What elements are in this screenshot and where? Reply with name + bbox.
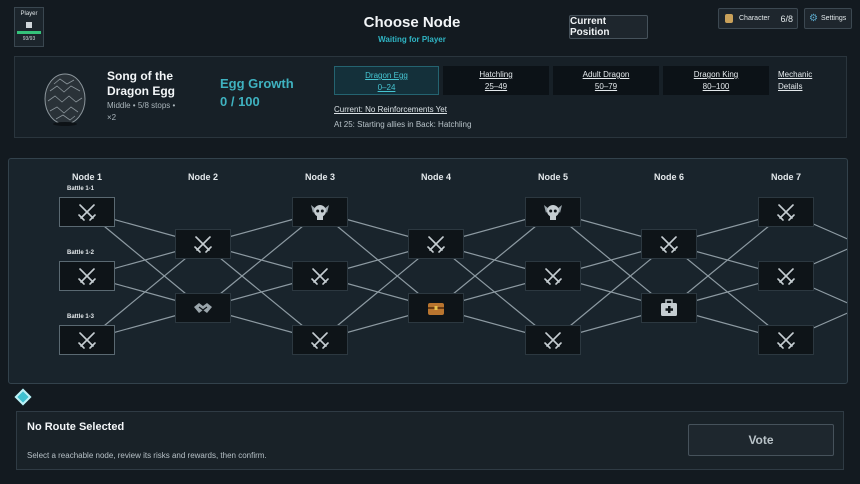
top-bar: Player 93/93 Choose Node Waiting for Pla… <box>0 0 860 50</box>
battle-label-1-3: Battle 1-3 <box>67 314 95 320</box>
swords-icon <box>76 265 98 287</box>
stage-adult-dragon[interactable]: Adult Dragon 50–79 <box>553 66 659 95</box>
stage-name: Dragon King <box>693 70 739 79</box>
route-map: Node 1 Node 2 Node 3 Node 4 Node 5 Node … <box>8 158 848 384</box>
egg-growth-value: 0 / 100 <box>220 94 260 109</box>
threshold-text: At 25: Starting allies in Back: Hatchlin… <box>334 120 472 129</box>
stage-dragon-egg[interactable]: Dragon Egg 0–24 <box>334 66 439 95</box>
column-label-node-3: Node 3 <box>305 172 336 182</box>
map-node-5-3[interactable] <box>525 261 581 291</box>
swords-icon <box>542 265 564 287</box>
player-label: Player <box>20 11 38 17</box>
map-node-5-1[interactable] <box>525 197 581 227</box>
swords-icon <box>425 233 447 255</box>
map-node-1-1[interactable] <box>59 197 115 227</box>
character-count: 6/8 <box>780 13 793 24</box>
stage-name: Dragon Egg <box>365 71 408 80</box>
stage-dragon-king[interactable]: Dragon King 80–100 <box>663 66 769 95</box>
route-selection-panel: No Route Selected Select a reachable nod… <box>16 411 844 470</box>
swords-icon <box>76 201 98 223</box>
stage-range: 50–79 <box>594 82 618 91</box>
egg-growth-label: Egg Growth <box>220 76 294 91</box>
swords-icon <box>542 329 564 351</box>
settings-button[interactable]: ⚙ Settings <box>804 8 852 29</box>
character-label: Character <box>739 15 770 22</box>
backpack-icon <box>725 14 733 23</box>
swords-icon <box>775 329 797 351</box>
stage-hatchling[interactable]: Hatchling 25–49 <box>443 66 549 95</box>
treasure-chest-icon <box>425 297 447 319</box>
current-reinforcement-text[interactable]: Current: No Reinforcements Yet <box>334 105 447 114</box>
player-card[interactable]: Player 93/93 <box>14 7 44 47</box>
player-hp: 93/93 <box>22 36 36 42</box>
column-label-node-6: Node 6 <box>654 172 685 182</box>
column-label-node-4: Node 4 <box>421 172 452 182</box>
map-node-1-3[interactable] <box>59 261 115 291</box>
route-meta-line2: ×2 <box>107 113 117 122</box>
route-selection-description: Select a reachable node, review its risk… <box>27 451 267 460</box>
stage-range: 25–49 <box>484 82 508 91</box>
map-node-4-4[interactable] <box>408 293 464 323</box>
page-title: Choose Node <box>363 14 461 31</box>
swords-icon <box>309 265 331 287</box>
map-node-7-3[interactable] <box>758 261 814 291</box>
battle-label-1-2: Battle 1-2 <box>67 250 95 256</box>
map-node-3-3[interactable] <box>292 261 348 291</box>
gear-icon: ⚙ <box>809 13 818 24</box>
swords-icon <box>192 233 214 255</box>
status-subtitle: Waiting for Player <box>378 35 446 44</box>
map-node-4-2[interactable] <box>408 229 464 259</box>
map-node-1-5[interactable] <box>59 325 115 355</box>
swords-icon <box>775 265 797 287</box>
route-info-panel: Song of the Dragon Egg Middle • 5/8 stop… <box>14 56 847 138</box>
swords-icon <box>775 201 797 223</box>
elite-skull-icon <box>309 201 331 223</box>
map-node-7-1[interactable] <box>758 197 814 227</box>
stage-name: Hatchling <box>479 70 513 79</box>
battle-label-1-1: Battle 1-1 <box>67 186 95 192</box>
stage-range: 0–24 <box>377 83 396 92</box>
swords-icon <box>76 329 98 351</box>
map-node-5-5[interactable] <box>525 325 581 355</box>
column-label-node-5: Node 5 <box>538 172 569 182</box>
stage-range: 80–100 <box>702 82 730 91</box>
handshake-icon <box>192 297 214 319</box>
map-node-3-5[interactable] <box>292 325 348 355</box>
character-button[interactable]: Character 6/8 <box>718 8 798 29</box>
column-label-node-7: Node 7 <box>771 172 802 182</box>
map-node-7-5[interactable] <box>758 325 814 355</box>
column-label-node-2: Node 2 <box>188 172 219 182</box>
route-meta: Middle • 5/8 stops • ×2 <box>107 100 217 124</box>
mechanic-details-link[interactable]: Mechanic Details <box>778 69 838 93</box>
settings-label: Settings <box>820 15 847 22</box>
player-avatar <box>26 22 32 28</box>
route-meta-line1: Middle • 5/8 stops • <box>107 101 176 110</box>
map-node-6-2[interactable] <box>641 229 697 259</box>
route-selection-title: No Route Selected <box>27 421 125 433</box>
route-connections <box>86 211 847 341</box>
elite-skull-icon <box>542 201 564 223</box>
map-node-2-4[interactable] <box>175 293 231 323</box>
map-node-2-2[interactable] <box>175 229 231 259</box>
map-node-6-4[interactable] <box>641 293 697 323</box>
title-block: Choose Node Waiting for Player <box>312 14 512 44</box>
medkit-icon <box>658 297 680 319</box>
vote-button[interactable]: Vote <box>688 424 834 456</box>
swords-icon <box>309 329 331 351</box>
route-diamond-icon <box>14 388 32 406</box>
swords-icon <box>658 233 680 255</box>
player-hp-bar <box>17 31 41 34</box>
dragon-egg-icon <box>44 73 86 126</box>
map-node-3-1[interactable] <box>292 197 348 227</box>
column-label-node-1: Node 1 <box>72 172 103 182</box>
stage-name: Adult Dragon <box>582 70 630 79</box>
current-position-button[interactable]: Current Position <box>569 15 648 39</box>
route-name: Song of the Dragon Egg <box>107 69 175 98</box>
